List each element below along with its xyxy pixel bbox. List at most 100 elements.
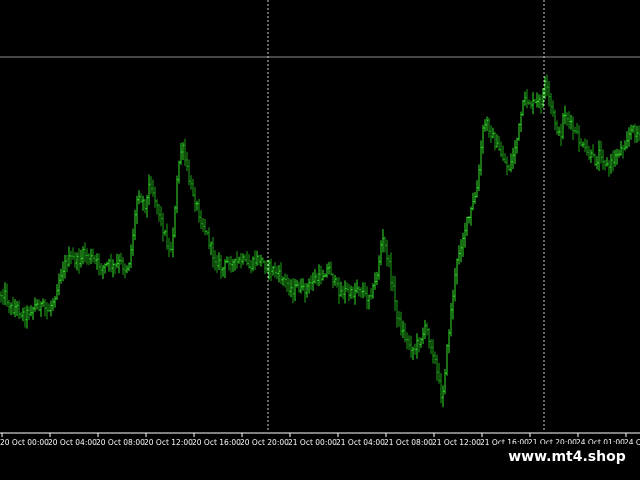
ohlc-bar — [4, 282, 6, 306]
ohlc-bar — [114, 262, 116, 275]
ohlc-bar — [476, 180, 478, 198]
ohlc-bar — [536, 92, 538, 108]
ohlc-bar — [406, 332, 408, 350]
ohlc-bar — [90, 248, 92, 264]
ohlc-bar — [622, 144, 624, 159]
ohlc-bar — [50, 300, 52, 317]
ohlc-bar — [442, 385, 444, 408]
ohlc-bar — [20, 311, 22, 319]
ohlc-bar — [598, 140, 600, 171]
ohlc-bar — [14, 299, 16, 317]
ohlc-bar — [484, 119, 486, 132]
ohlc-bar — [352, 286, 354, 299]
time-axis-label: 21 Oct 04:00 — [336, 438, 385, 447]
ohlc-bar — [466, 216, 468, 236]
ohlc-bar — [270, 258, 272, 281]
ohlc-bar — [548, 81, 550, 107]
ohlc-bar — [612, 150, 614, 172]
ohlc-bar — [572, 116, 574, 140]
ohlc-bar — [6, 283, 8, 307]
ohlc-bar — [188, 159, 190, 186]
ohlc-bar — [350, 285, 352, 299]
ohlc-bar — [358, 286, 360, 297]
chart-window[interactable]: 20 Oct 00:00 20 Oct 04:00 20 Oct 08:00 20 O… — [0, 0, 640, 480]
ohlc-bar — [124, 263, 126, 279]
time-axis-label: 21 Oct 08:00 — [384, 438, 433, 447]
ohlc-bar — [22, 307, 24, 322]
ohlc-bar — [164, 229, 166, 236]
ohlc-bar — [178, 160, 180, 184]
ohlc-bar — [234, 258, 236, 271]
ohlc-bar — [24, 306, 26, 328]
ohlc-bar — [292, 278, 294, 304]
ohlc-bar — [444, 369, 446, 395]
ohlc-bar — [250, 260, 252, 274]
price-chart[interactable]: 20 Oct 00:00 20 Oct 04:00 20 Oct 08:00 20 O… — [0, 0, 640, 480]
ohlc-bar — [248, 254, 250, 269]
ohlc-bar — [12, 296, 14, 315]
ohlc-bar — [446, 344, 448, 376]
ohlc-bar — [534, 98, 536, 104]
ohlc-bar — [470, 206, 472, 226]
ohlc-bar — [202, 218, 204, 232]
ohlc-bar — [150, 176, 152, 194]
ohlc-bar — [204, 218, 206, 236]
ohlc-bar — [370, 288, 372, 300]
ohlc-bar — [276, 265, 278, 280]
ohlc-bar — [480, 140, 482, 176]
ohlc-bar — [216, 255, 218, 273]
ohlc-bar — [384, 236, 386, 253]
ohlc-bar — [138, 190, 140, 205]
ohlc-bar — [402, 320, 404, 339]
ohlc-bar — [120, 252, 122, 265]
ohlc-bar — [122, 257, 124, 275]
ohlc-bar — [190, 175, 192, 190]
ohlc-bar — [82, 246, 84, 265]
ohlc-bar — [502, 145, 504, 162]
ohlc-bar — [236, 251, 238, 269]
ohlc-bar — [174, 205, 176, 238]
ohlc-bar — [514, 140, 516, 165]
ohlc-bar — [334, 275, 336, 286]
ohlc-bar — [232, 259, 234, 273]
ohlc-bar — [368, 294, 370, 310]
ohlc-bar — [340, 281, 342, 297]
ohlc-bar — [394, 276, 396, 311]
ohlc-bar — [620, 140, 622, 156]
ohlc-bar — [230, 255, 232, 273]
ohlc-bar — [568, 111, 570, 129]
ohlc-bar — [78, 248, 80, 274]
ohlc-bar — [492, 127, 494, 139]
ohlc-bar — [106, 261, 108, 267]
ohlc-bar — [626, 131, 628, 149]
ohlc-bar — [636, 125, 638, 143]
ohlc-bar — [434, 351, 436, 364]
ohlc-bar — [462, 232, 464, 257]
ohlc-bar — [262, 257, 264, 264]
ohlc-bar — [168, 237, 170, 257]
ohlc-bar — [126, 265, 128, 274]
ohlc-bar — [56, 284, 58, 300]
ohlc-bar — [342, 285, 344, 300]
ohlc-bar — [424, 319, 426, 339]
ohlc-bar — [438, 363, 440, 384]
ohlc-bar — [374, 272, 376, 290]
ohlc-bar — [412, 346, 414, 360]
time-axis-label: 20 Oct 12:00 — [144, 438, 193, 447]
ohlc-bar — [558, 126, 560, 136]
ohlc-bar — [228, 256, 230, 271]
ohlc-bar — [386, 239, 388, 267]
ohlc-bar — [38, 299, 40, 312]
ohlc-bar — [200, 210, 202, 229]
ohlc-bar — [486, 116, 488, 131]
ohlc-bar — [562, 113, 564, 140]
ohlc-bar — [392, 275, 394, 292]
ohlc-bar — [578, 125, 580, 153]
ohlc-bar — [372, 283, 374, 299]
ohlc-bar — [630, 124, 632, 140]
ohlc-bar — [500, 141, 502, 158]
ohlc-bar — [286, 274, 288, 292]
ohlc-bar — [628, 127, 630, 147]
ohlc-bar — [196, 200, 198, 211]
ohlc-bar — [182, 142, 184, 160]
